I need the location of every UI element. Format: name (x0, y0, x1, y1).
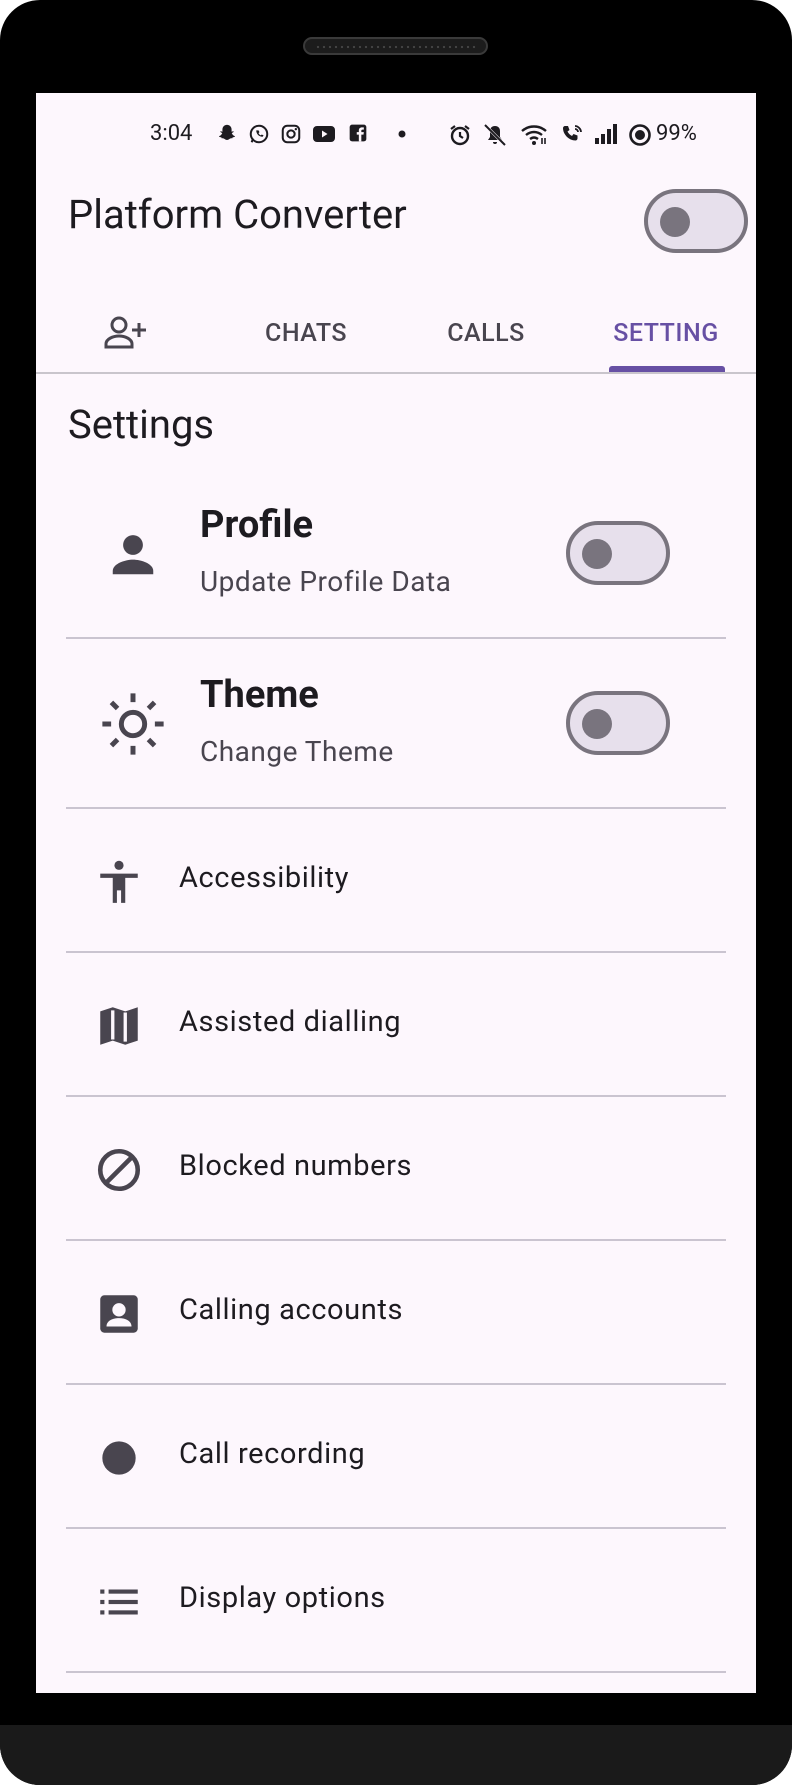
wifi-calling-icon (563, 125, 582, 141)
mute-icon (483, 123, 507, 147)
tab-calls[interactable]: CALLS (396, 293, 576, 373)
divider (66, 637, 726, 639)
phone-chin (0, 1725, 792, 1785)
whatsapp-icon (249, 124, 269, 144)
tab-bar: CHATS CALLS SETTING (36, 293, 756, 373)
status-time: 3:04 (150, 121, 193, 146)
alarm-icon (450, 125, 470, 146)
battery-saver-icon (629, 124, 651, 146)
more-notifications-icon (398, 130, 406, 138)
profile-subtitle: Update Profile Data (200, 565, 452, 598)
theme-switch[interactable] (566, 691, 670, 755)
record-icon (102, 1441, 136, 1475)
snapchat-icon (218, 124, 236, 140)
switch-knob (660, 207, 690, 237)
theme-subtitle: Change Theme (200, 735, 394, 768)
app-title: Platform Converter (68, 191, 407, 238)
facebook-icon (349, 124, 367, 142)
block-icon (97, 1148, 141, 1192)
signal-icon (595, 124, 617, 144)
add-person-icon (104, 316, 146, 349)
tab-chats[interactable]: CHATS (216, 293, 396, 373)
profile-title: Profile (200, 503, 314, 547)
divider (66, 1239, 726, 1241)
switch-knob (582, 709, 612, 739)
list-item-label: Accessibility (179, 861, 350, 895)
divider (66, 951, 726, 953)
app-screen: 3:04 99% Platform Converter CHATS CALLS … (36, 93, 756, 1693)
divider (66, 1527, 726, 1529)
list-item-label: Blocked numbers (179, 1149, 413, 1183)
tab-add-contact[interactable] (36, 293, 216, 373)
list-item-label: Display options (179, 1581, 386, 1615)
list-icon (100, 1589, 138, 1615)
theme-title: Theme (200, 673, 319, 717)
tab-setting[interactable]: SETTING (576, 293, 756, 373)
divider (66, 1095, 726, 1097)
tab-divider (36, 372, 756, 374)
wifi-icon (521, 125, 547, 145)
tab-indicator (609, 366, 725, 372)
earpiece-speaker (303, 37, 488, 55)
instagram-icon (281, 124, 301, 144)
appbar-theme-switch[interactable] (644, 189, 748, 253)
divider (66, 1383, 726, 1385)
accessibility-icon (100, 860, 138, 903)
list-item-label: Assisted dialling (179, 1005, 402, 1039)
account-box-icon (100, 1295, 138, 1333)
profile-switch[interactable] (566, 521, 670, 585)
map-icon (100, 1007, 138, 1045)
person-icon (112, 535, 154, 575)
divider (66, 1671, 726, 1673)
divider (66, 807, 726, 809)
switch-knob (582, 539, 612, 569)
sun-icon (102, 693, 164, 755)
battery-percentage: 99% (656, 121, 697, 146)
youtube-icon (313, 126, 335, 142)
phone-frame: 3:04 99% Platform Converter CHATS CALLS … (0, 0, 792, 1785)
list-item-label: Calling accounts (179, 1293, 404, 1327)
status-bar: 3:04 99% (36, 93, 756, 147)
settings-section-title: Settings (68, 401, 215, 448)
list-item-label: Call recording (179, 1437, 366, 1471)
